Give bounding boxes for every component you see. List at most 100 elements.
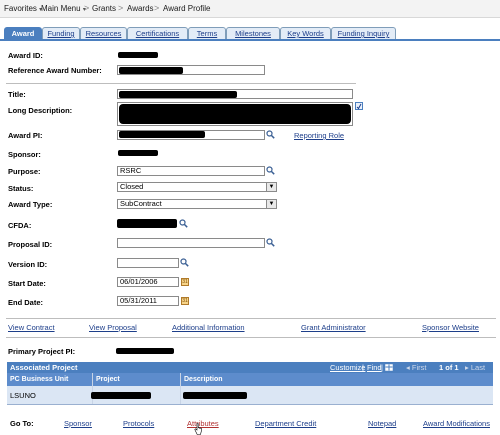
award-type-select-value: SubContract — [120, 199, 162, 208]
award-id-value-redacted — [118, 52, 158, 58]
goto-award-modifications-link[interactable]: Award Modifications — [423, 419, 490, 428]
mouse-pointer-icon — [194, 423, 202, 435]
award-pi-label: Award PI: — [8, 131, 43, 140]
goto-label: Go To: — [10, 419, 34, 428]
status-select[interactable]: Closed ▼ — [117, 182, 277, 192]
associated-project-column-headers: PC Business Unit Project Description — [7, 373, 493, 386]
lookup-icon[interactable] — [180, 258, 189, 267]
lookup-icon[interactable] — [266, 130, 275, 139]
description-cell-redacted — [183, 392, 247, 399]
view-contract-link[interactable]: View Contract — [8, 323, 55, 332]
lookup-icon[interactable] — [266, 238, 275, 247]
goto-notepad-link[interactable]: Notepad — [368, 419, 396, 428]
cfda-value-redacted — [117, 219, 177, 228]
dropdown-arrow-icon: ▼ — [266, 200, 276, 208]
view-proposal-link[interactable]: View Proposal — [89, 323, 137, 332]
start-date-field[interactable]: 06/01/2006 — [117, 277, 179, 287]
goto-protocols-link[interactable]: Protocols — [123, 419, 154, 428]
breadcrumb-favorites[interactable]: Favorites ▾ — [4, 4, 42, 13]
grid-nav-separator: | — [362, 363, 364, 372]
purpose-field[interactable]: RSRC — [117, 166, 265, 176]
links-divider-top — [6, 318, 496, 319]
pc-business-unit-cell: LSUNO — [10, 391, 36, 400]
column-header-project[interactable]: Project — [96, 373, 120, 386]
tab-milestones[interactable]: Milestones — [226, 27, 280, 39]
download-grid-icon[interactable] — [385, 364, 393, 371]
column-separator — [180, 373, 181, 386]
tab-award[interactable]: Award — [4, 27, 42, 39]
dropdown-arrow-icon: ▼ — [266, 183, 276, 191]
associated-project-title: Associated Project — [10, 363, 78, 372]
reference-award-value-redacted — [119, 67, 183, 74]
breadcrumb-award-profile: Award Profile — [163, 4, 211, 13]
last-page-link: ▸ Last — [465, 362, 485, 373]
associated-project-grid-header: Associated Project Customize | Find | ◂ … — [7, 362, 493, 373]
end-date-field[interactable]: 05/31/2011 — [117, 296, 179, 306]
award-pi-value-redacted — [119, 131, 205, 138]
long-description-label: Long Description: — [8, 106, 73, 115]
table-row: LSUNO — [7, 386, 493, 405]
column-separator — [180, 386, 181, 404]
purpose-label: Purpose: — [8, 167, 41, 176]
project-cell-redacted — [91, 392, 151, 399]
breadcrumb-bar: Favorites ▾ Main Menu ▾ > Grants > Award… — [0, 0, 500, 18]
breadcrumb-awards[interactable]: Awards — [127, 4, 154, 13]
row-range-text: 1 of 1 — [439, 363, 459, 372]
primary-project-pi-label: Primary Project PI: — [8, 347, 76, 356]
tab-funding[interactable]: Funding — [42, 27, 80, 39]
first-label: First — [411, 363, 427, 372]
breadcrumb-separator: > — [84, 3, 90, 13]
sponsor-value-redacted — [118, 150, 158, 156]
end-date-label: End Date: — [8, 298, 44, 307]
reporting-role-link[interactable]: Reporting Role — [294, 131, 344, 140]
proposal-id-label: Proposal ID: — [8, 240, 53, 249]
lookup-icon[interactable] — [179, 219, 188, 228]
primary-project-pi-value-redacted — [116, 348, 174, 354]
column-header-description[interactable]: Description — [184, 373, 223, 386]
sponsor-label: Sponsor: — [8, 150, 41, 159]
links-divider-bottom — [6, 337, 496, 338]
proposal-id-field[interactable] — [117, 238, 265, 248]
tab-terms[interactable]: Terms — [188, 27, 226, 39]
tab-certifications[interactable]: Certifications — [127, 27, 188, 39]
breadcrumb-separator: > — [118, 3, 124, 13]
calendar-icon[interactable]: 31 — [181, 297, 189, 305]
first-page-link: ◂ First — [406, 362, 426, 373]
lookup-icon[interactable] — [266, 166, 275, 175]
breadcrumb-main-menu[interactable]: Main Menu ▾ — [41, 4, 86, 13]
start-date-label: Start Date: — [8, 279, 46, 288]
tab-key-words[interactable]: Key Words — [280, 27, 331, 39]
breadcrumb-grants[interactable]: Grants — [92, 4, 116, 13]
version-id-label: Version ID: — [8, 260, 48, 269]
goto-attributes-link[interactable]: Attributes — [187, 419, 219, 428]
grid-nav-separator: | — [381, 363, 383, 372]
column-header-pc-business-unit[interactable]: PC Business Unit — [10, 373, 68, 386]
award-type-label: Award Type: — [8, 200, 53, 209]
goto-sponsor-link[interactable]: Sponsor — [64, 419, 92, 428]
status-select-value: Closed — [120, 182, 144, 191]
long-description-value-redacted — [119, 104, 351, 124]
tab-funding-inquiry[interactable]: Funding Inquiry — [331, 27, 396, 39]
cfda-label: CFDA: — [8, 221, 32, 230]
reference-award-label: Reference Award Number: — [8, 66, 102, 75]
last-label: Last — [470, 363, 486, 372]
additional-information-link[interactable]: Additional Information — [172, 323, 245, 332]
award-type-select[interactable]: SubContract ▼ — [117, 199, 277, 209]
grant-administrator-link[interactable]: Grant Administrator — [301, 323, 366, 332]
title-label: Title: — [8, 90, 26, 99]
goto-department-credit-link[interactable]: Department Credit — [255, 419, 316, 428]
status-label: Status: — [8, 184, 34, 193]
title-value-redacted — [119, 91, 237, 98]
breadcrumb-separator: > — [154, 3, 160, 13]
chevron-right-icon: ▸ — [465, 363, 469, 372]
spellcheck-icon[interactable] — [355, 102, 363, 110]
tab-resources[interactable]: Resources — [80, 27, 127, 39]
version-id-field[interactable] — [117, 258, 179, 268]
find-link[interactable]: Find — [367, 362, 382, 373]
award-id-label: Award ID: — [8, 51, 43, 60]
sponsor-website-link[interactable]: Sponsor Website — [422, 323, 479, 332]
chevron-left-icon: ◂ — [406, 363, 410, 372]
column-separator — [92, 373, 93, 386]
customize-link[interactable]: Customize — [330, 362, 365, 373]
calendar-icon[interactable]: 31 — [181, 278, 189, 286]
